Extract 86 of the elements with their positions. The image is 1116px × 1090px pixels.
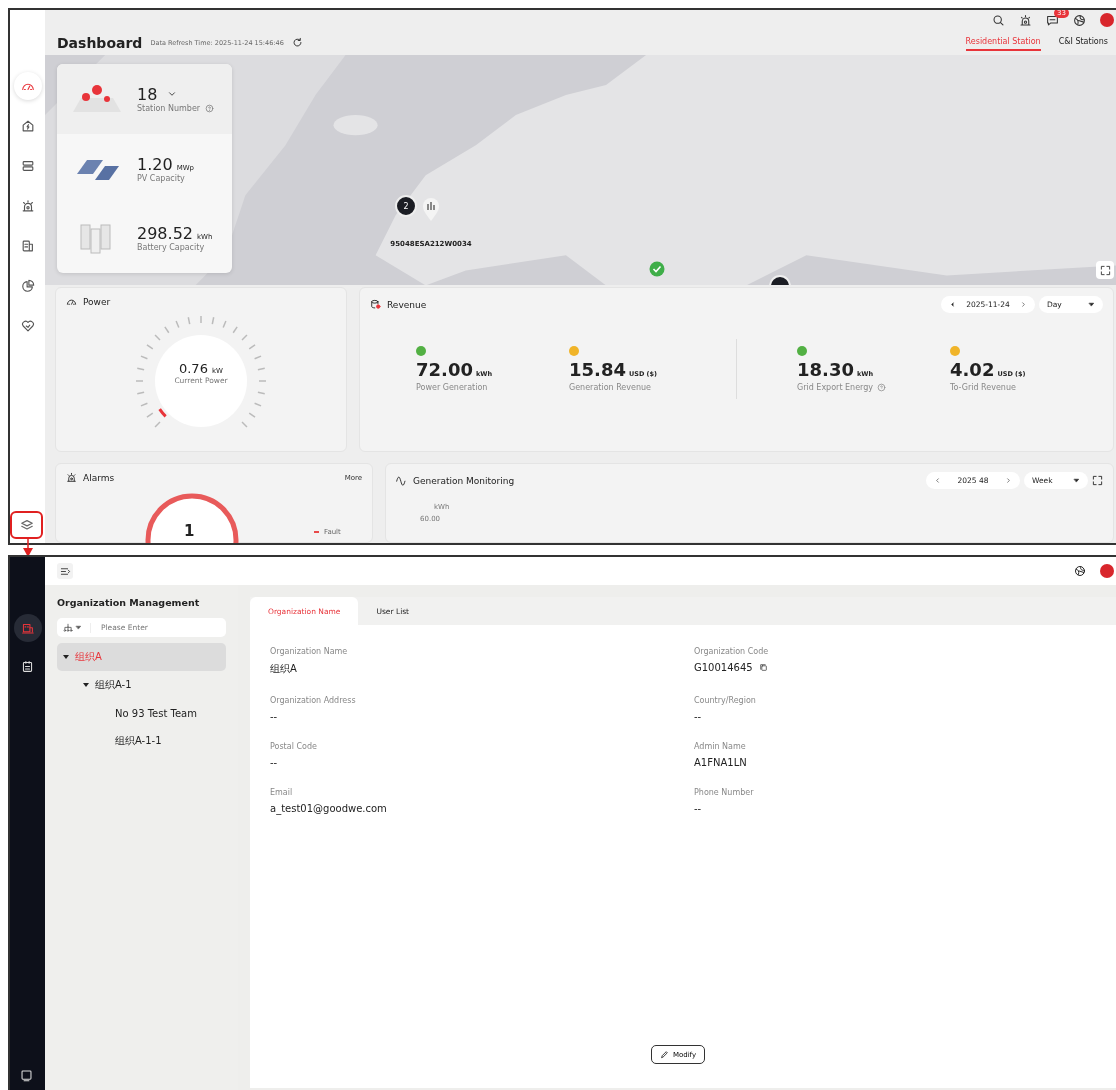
pie-chart-icon bbox=[20, 279, 35, 293]
menu-icon bbox=[59, 565, 71, 577]
tree-node[interactable]: No 93 Test Team bbox=[57, 699, 226, 727]
nav-button[interactable] bbox=[13, 72, 42, 100]
card-title: Power bbox=[83, 296, 111, 307]
card-title: Revenue bbox=[387, 299, 427, 310]
heart-icon bbox=[20, 319, 35, 333]
arrow-icon bbox=[22, 539, 34, 557]
alarm-light-icon bbox=[20, 199, 35, 213]
battery-capacity-label: Battery Capacity bbox=[137, 243, 206, 253]
refresh-icon bbox=[291, 37, 303, 49]
search-icon bbox=[992, 13, 1005, 27]
stacked-boxes-icon bbox=[20, 159, 35, 173]
org-nav-button[interactable] bbox=[13, 614, 42, 642]
field-value: a_test01@goodwe.com bbox=[270, 803, 387, 814]
field-value: 组织A bbox=[270, 662, 297, 676]
wave-icon bbox=[396, 475, 407, 486]
station-tab[interactable]: C&I Stations bbox=[1058, 34, 1108, 52]
highlighted-nav-button[interactable] bbox=[10, 511, 43, 539]
pv-capacity-label: PV Capacity bbox=[137, 173, 186, 183]
field-value: A1FNA1LN bbox=[694, 757, 747, 768]
house-icon bbox=[20, 119, 35, 133]
station-label: Station Number bbox=[137, 103, 201, 113]
metric-label: To-Grid Revenue bbox=[950, 383, 1016, 392]
caret-icon bbox=[83, 682, 89, 688]
help-icon bbox=[877, 383, 887, 392]
copy-button[interactable] bbox=[758, 663, 768, 672]
next-icon bbox=[1020, 301, 1027, 308]
prev-icon bbox=[934, 477, 941, 484]
document-icon bbox=[20, 239, 35, 253]
field-label: Postal Code bbox=[270, 742, 318, 751]
pencil-icon bbox=[659, 1050, 669, 1059]
avatar[interactable] bbox=[1100, 13, 1114, 28]
message-icon bbox=[1046, 13, 1059, 27]
field-value: -- bbox=[694, 711, 702, 722]
alarm-light-icon bbox=[66, 472, 77, 483]
copy-icon bbox=[758, 663, 768, 672]
alarm-light-icon bbox=[1019, 13, 1032, 27]
caret-icon bbox=[1073, 477, 1080, 484]
field-label: Organization Address bbox=[270, 696, 357, 705]
page-title: Dashboard bbox=[57, 34, 143, 51]
building-icon bbox=[21, 621, 34, 635]
globe-icon bbox=[1073, 13, 1086, 27]
alarm-count: 1 bbox=[184, 522, 195, 540]
monitor-icon bbox=[20, 1069, 33, 1082]
field-value: -- bbox=[270, 757, 278, 768]
help-icon bbox=[205, 103, 215, 113]
menu-toggle-button[interactable] bbox=[57, 563, 73, 579]
field-label: Admin Name bbox=[694, 742, 747, 751]
caret-icon bbox=[63, 654, 69, 660]
avatar[interactable] bbox=[1100, 564, 1114, 578]
prev-icon bbox=[949, 301, 956, 308]
caret-icon bbox=[75, 624, 82, 631]
panel-title: Organization Management bbox=[57, 597, 201, 608]
tree-node[interactable]: 组织A-1 bbox=[57, 671, 226, 699]
caret-icon bbox=[1088, 301, 1095, 308]
gauge-icon bbox=[66, 296, 77, 307]
fullscreen-button[interactable] bbox=[1096, 261, 1114, 279]
metric-label: Grid Export Energy bbox=[797, 383, 874, 392]
field-label: Organization Name bbox=[270, 647, 349, 656]
station-count: 18 bbox=[137, 84, 158, 104]
globe-icon bbox=[1074, 565, 1086, 577]
check-marker-icon[interactable] bbox=[649, 261, 665, 277]
field-label: Phone Number bbox=[694, 788, 755, 797]
card-title: Generation Monitoring bbox=[413, 475, 515, 486]
battery-capacity-value: 298.52 bbox=[137, 224, 193, 244]
metric-label: Power Generation bbox=[416, 383, 488, 392]
field-label: Country/Region bbox=[694, 696, 757, 705]
next-icon bbox=[1005, 477, 1012, 484]
station-tab[interactable]: Residential Station bbox=[965, 34, 1041, 52]
fullscreen-icon bbox=[1099, 264, 1111, 276]
field-value: -- bbox=[694, 803, 702, 814]
pv-capacity-value: 1.20 bbox=[137, 154, 173, 174]
hierarchy-icon bbox=[63, 622, 73, 633]
card-title: Alarms bbox=[83, 472, 115, 483]
field-label: Organization Code bbox=[694, 647, 770, 656]
field-value: -- bbox=[270, 711, 278, 722]
layers-icon bbox=[19, 518, 34, 532]
fullscreen-icon bbox=[1092, 475, 1103, 486]
field-value: G10014645 bbox=[694, 662, 753, 673]
clipboard-icon bbox=[21, 659, 34, 673]
field-label: Email bbox=[270, 788, 294, 797]
station-pin-icon[interactable] bbox=[422, 198, 440, 222]
tree-node[interactable]: 组织A-1-1 bbox=[57, 727, 226, 755]
metric-label: Generation Revenue bbox=[569, 383, 651, 392]
coins-icon bbox=[370, 299, 381, 310]
